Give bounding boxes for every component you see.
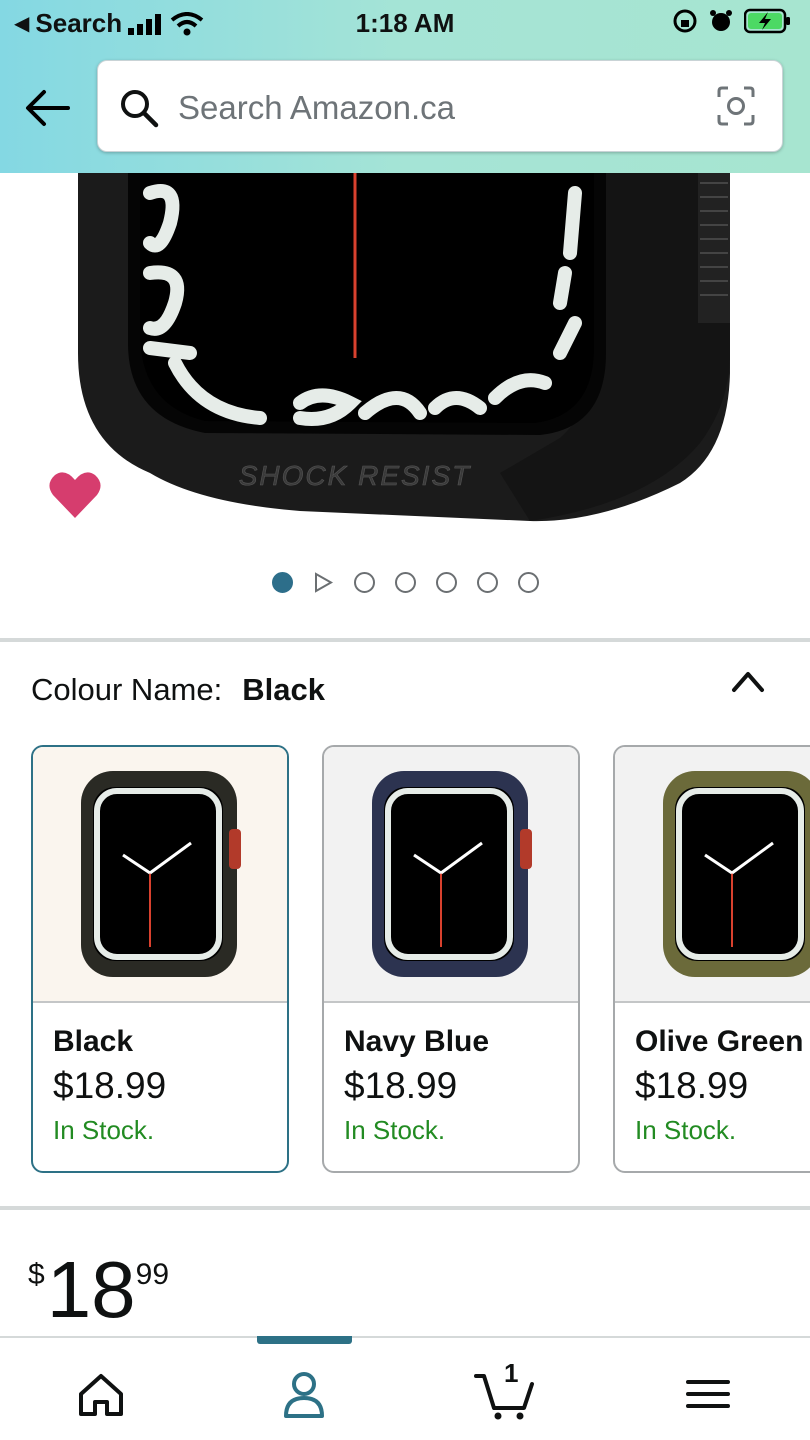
swatch-image [615,747,810,1003]
swatch-price: $18.99 [635,1065,749,1106]
swatch-name: Olive Green [635,1025,804,1058]
battery-charging-icon [744,8,790,34]
price-fraction: 99 [135,1258,170,1291]
swatch-stock: In Stock. [53,1115,155,1145]
alarm-icon [710,10,732,31]
nav-active-indicator [257,1336,352,1344]
swatch-navy-blue[interactable]: Navy Blue $18.99 In Stock. [322,745,580,1173]
header: ◀ Search 1:18 AM Search Amazon.ca [0,0,810,173]
search-icon [121,90,159,128]
camera-search-icon[interactable] [716,85,756,127]
orientation-lock-icon [673,9,697,33]
carousel-dot-1[interactable] [271,572,293,593]
swatch-image [324,747,578,1003]
bottom-nav: 1 [0,1336,810,1440]
swatch-price: $18.99 [344,1065,458,1106]
price-symbol: $ [28,1258,45,1291]
product-image[interactable]: SHOCK RESIST [0,173,810,553]
swatch-stock: In Stock. [344,1115,446,1145]
watch-case-image: SHOCK RESIST [78,173,730,522]
status-bar: ◀ Search 1:18 AM [0,0,810,44]
colour-name-row: Colour Name: Black [31,672,325,708]
colour-selected-value: Black [242,672,325,707]
home-icon[interactable] [71,1364,131,1424]
swatch-stock: In Stock. [635,1115,737,1145]
search-placeholder: Search Amazon.ca [178,89,455,126]
swatch-image [33,747,287,1003]
cart-button[interactable]: 1 [474,1358,540,1424]
swatch-price: $18.99 [53,1065,167,1106]
product-price: $ 18 99 [28,1250,169,1330]
heart-icon[interactable] [48,470,102,520]
chevron-up-icon[interactable] [730,666,766,696]
carousel-dot-4[interactable] [394,572,416,593]
swatch-black[interactable]: Black $18.99 In Stock. [31,745,289,1173]
video-play-icon[interactable] [313,572,334,593]
swatch-olive-green[interactable]: Olive Green $18.99 In Stock. [613,745,810,1173]
section-divider [0,1206,810,1210]
carousel-dot-6[interactable] [476,572,498,593]
carousel-dot-3[interactable] [353,572,375,593]
swatch-name: Black [53,1025,134,1058]
menu-icon[interactable] [678,1364,738,1424]
carousel-dot-5[interactable] [435,572,457,593]
image-carousel-dots [0,572,810,593]
cart-count: 1 [504,1358,519,1388]
price-whole: 18 [46,1245,136,1334]
section-divider [0,638,810,642]
swatch-name: Navy Blue [344,1025,490,1058]
carousel-dot-7[interactable] [517,572,539,593]
search-input[interactable]: Search Amazon.ca [97,60,783,152]
account-icon[interactable] [274,1364,334,1424]
case-label: SHOCK RESIST [239,460,471,491]
colour-label: Colour Name: [31,672,223,707]
back-arrow-icon[interactable] [22,86,72,130]
colour-swatches: Black $18.99 In Stock. Navy Blue $18.99 … [31,745,810,1175]
